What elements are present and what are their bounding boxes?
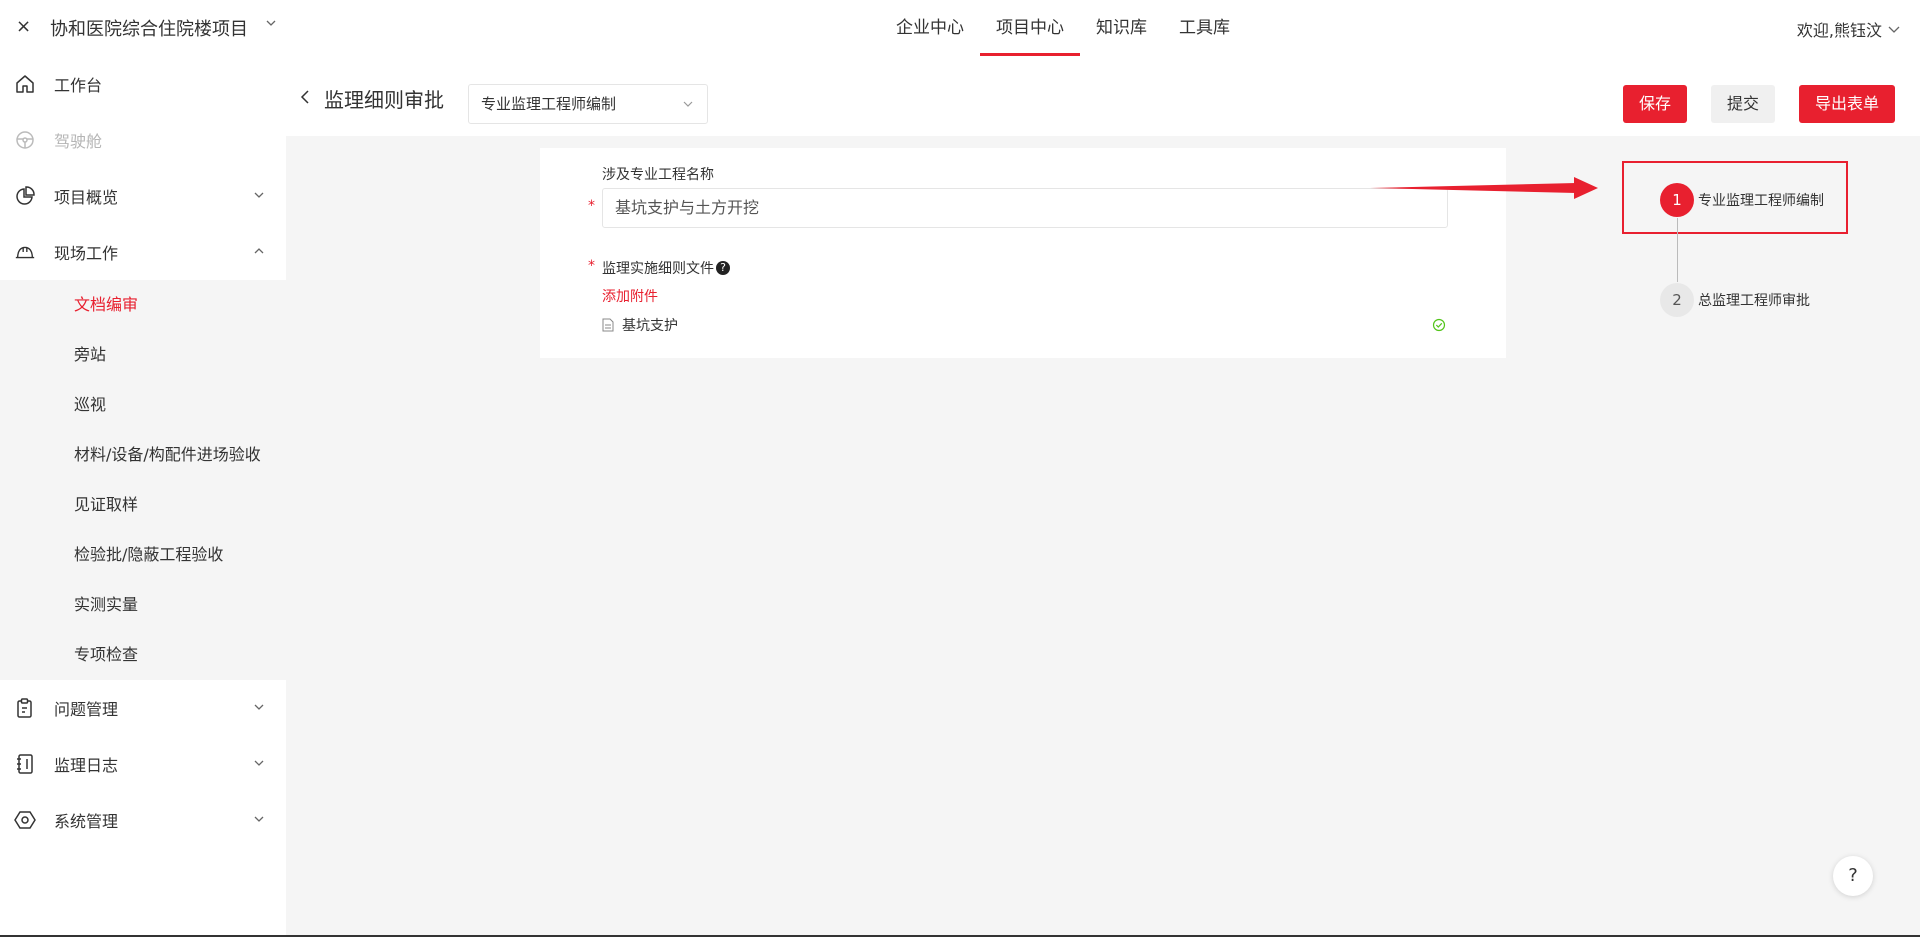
step-connector [1677,218,1678,282]
content-header: 监理细则审批 专业监理工程师编制 保存 提交 导出表单 [286,56,1920,136]
sidebar-item-project-overview[interactable]: 项目概览 [0,168,286,224]
attachment-name: 基坑支护 [622,318,678,334]
form-card: 涉及专业工程名称 * 基坑支护与土方开挖 * 监理实施细则文件 ? 添加附件 基… [540,148,1506,358]
sidebar-item-issue-management[interactable]: 问题管理 [0,680,286,736]
sidebar-item-label: 系统管理 [54,812,119,831]
project-name[interactable]: 协和医院综合住院楼项目 [50,15,248,41]
submenu-site-work: 文档编审 旁站 巡视 材料/设备/构配件进场验收 见证取样 检验批/隐蔽工程验收… [0,280,286,680]
settings-hex-icon [14,809,36,831]
step-label: 专业监理工程师编制 [1698,193,1824,209]
sidebar: 工作台 驾驶舱 项目概览 现场工作 文档编审 旁站 巡视 材料/设备/构配件进场… [0,56,286,937]
sidebar-item-label: 问题管理 [54,700,119,719]
step-number: 2 [1660,283,1694,317]
steering-wheel-icon [14,129,36,151]
annotation-arrow-icon [1370,177,1598,199]
top-bar: × 协和医院综合住院楼项目 企业中心 项目中心 知识库 工具库 欢迎,熊钰汶 [0,0,1920,56]
sidebar-item-document-review[interactable]: 文档编审 [0,280,286,330]
pie-chart-icon [14,185,36,207]
step-item-2: 2 总监理工程师审批 [1660,283,1810,317]
document-icon [602,318,614,332]
chevron-down-icon[interactable] [266,18,276,28]
chevron-down-icon [1888,26,1900,33]
step-label: 总监理工程师审批 [1698,293,1810,309]
chevron-down-icon [254,704,264,710]
submit-button[interactable]: 提交 [1711,85,1775,123]
sidebar-item-side-station[interactable]: 旁站 [0,330,286,380]
nav-enterprise-center[interactable]: 企业中心 [880,0,980,56]
sidebar-item-batch-acceptance[interactable]: 检验批/隐蔽工程验收 [0,530,286,580]
sidebar-item-label: 现场工作 [54,244,119,263]
project-name-input[interactable]: 基坑支护与土方开挖 [602,188,1448,228]
sidebar-item-system-management[interactable]: 系统管理 [0,792,286,848]
attachment-row[interactable]: 基坑支护 [602,314,1448,336]
sidebar-item-inspection-tour[interactable]: 巡视 [0,380,286,430]
sidebar-item-label: 项目概览 [54,188,119,207]
sidebar-item-label: 工作台 [54,76,103,95]
home-icon [14,73,36,95]
field-label-detail-file: 监理实施细则文件 ? [602,258,730,278]
workflow-stage-select[interactable]: 专业监理工程师编制 [468,84,708,124]
help-icon[interactable]: ? [716,261,730,275]
nav-tool-library[interactable]: 工具库 [1163,0,1246,56]
nav-knowledge-base[interactable]: 知识库 [1080,0,1163,56]
page-title: 监理细则审批 [324,88,444,112]
top-nav: 企业中心 项目中心 知识库 工具库 [880,0,1246,56]
sidebar-item-cockpit[interactable]: 驾驶舱 [0,112,286,168]
clipboard-icon [14,697,36,719]
close-icon[interactable]: × [16,16,31,37]
welcome-text: 欢迎,熊钰汶 [1796,21,1882,40]
user-menu[interactable]: 欢迎,熊钰汶 [1797,17,1900,41]
required-mark: * [588,198,595,214]
chevron-down-icon [683,101,693,107]
sidebar-item-label: 监理日志 [54,756,119,775]
sidebar-item-measurement[interactable]: 实测实量 [0,580,286,630]
add-attachment-link[interactable]: 添加附件 [602,286,658,306]
check-circle-icon [1432,318,1446,332]
helmet-icon [14,241,36,263]
chevron-up-icon [254,248,264,254]
notebook-icon [14,753,36,775]
main-content: 涉及专业工程名称 * 基坑支护与土方开挖 * 监理实施细则文件 ? 添加附件 基… [286,136,1920,937]
sidebar-item-witness-sampling[interactable]: 见证取样 [0,480,286,530]
chevron-down-icon [254,816,264,822]
sidebar-item-material-acceptance[interactable]: 材料/设备/构配件进场验收 [0,430,286,480]
chevron-down-icon [254,760,264,766]
required-mark: * [588,258,595,274]
sidebar-item-workbench[interactable]: 工作台 [0,56,286,112]
field-label-project-name: 涉及专业工程名称 [602,167,714,183]
sidebar-item-supervision-log[interactable]: 监理日志 [0,736,286,792]
sidebar-item-site-work[interactable]: 现场工作 [0,224,286,280]
step-item-1: 1 专业监理工程师编制 [1660,183,1824,217]
chevron-down-icon [254,192,264,198]
nav-project-center[interactable]: 项目中心 [980,0,1080,56]
sidebar-item-label: 驾驶舱 [54,132,103,151]
help-float-button[interactable]: ? [1833,856,1873,896]
select-value: 专业监理工程师编制 [481,95,617,113]
field-label-text: 监理实施细则文件 [602,261,714,277]
step-number: 1 [1660,183,1694,217]
export-form-button[interactable]: 导出表单 [1799,85,1895,123]
sidebar-item-special-inspection[interactable]: 专项检查 [0,630,286,680]
save-button[interactable]: 保存 [1623,85,1687,123]
back-arrow-icon[interactable] [300,90,310,104]
